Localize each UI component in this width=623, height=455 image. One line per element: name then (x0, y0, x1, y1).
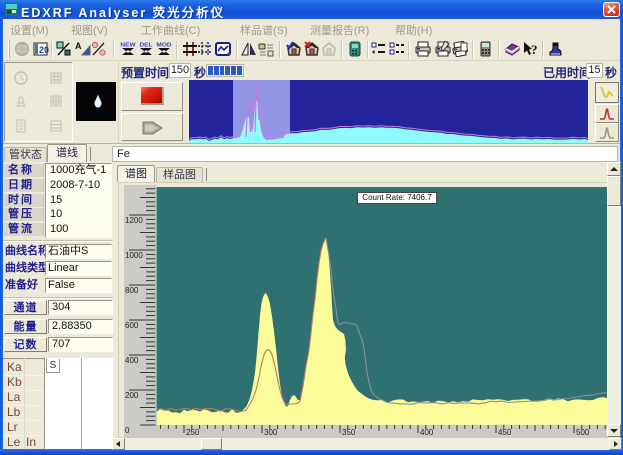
svg-text:20: 20 (39, 45, 49, 55)
svg-text:250: 250 (186, 428, 200, 437)
svg-text:?: ? (531, 42, 538, 57)
svg-text:300: 300 (264, 428, 278, 437)
svg-text:400: 400 (125, 356, 139, 365)
svg-text:1000: 1000 (125, 251, 143, 260)
svg-text:200: 200 (125, 391, 139, 400)
svg-text:MOD: MOD (156, 42, 172, 49)
svg-text:A: A (75, 41, 82, 51)
svg-text:350: 350 (342, 428, 356, 437)
svg-text:600: 600 (125, 321, 139, 330)
svg-text:450: 450 (498, 428, 512, 437)
svg-text:1200: 1200 (125, 216, 143, 225)
svg-text:DEL: DEL (139, 42, 152, 49)
svg-text:800: 800 (125, 286, 139, 295)
svg-text:NEW: NEW (120, 42, 135, 49)
svg-text:400: 400 (420, 428, 434, 437)
svg-text:500: 500 (576, 428, 590, 437)
